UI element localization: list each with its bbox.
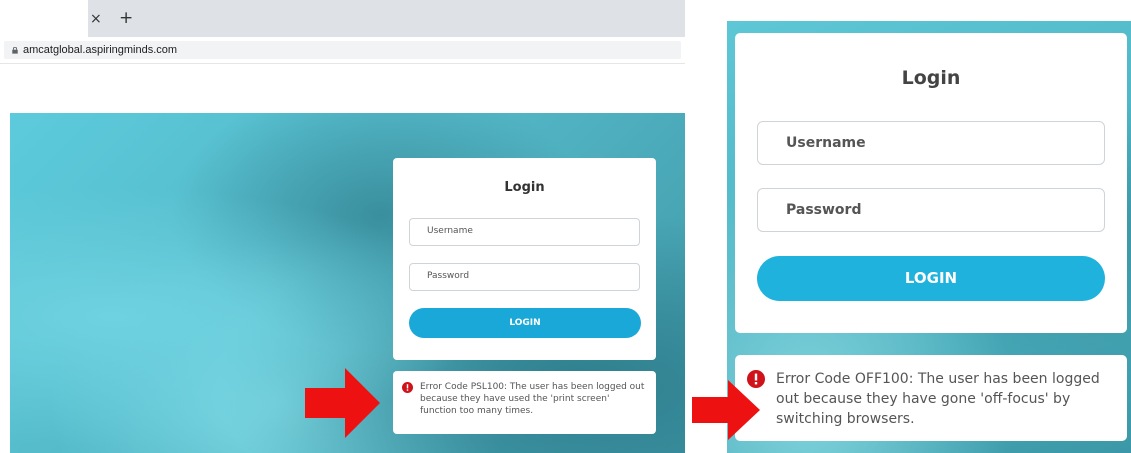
red-arrow-icon [305, 368, 380, 438]
error-icon [402, 382, 413, 393]
password-placeholder: Password [427, 271, 470, 281]
error-message: Error Code PSL100: The user has been log… [420, 382, 645, 416]
login-button[interactable]: LOGIN [409, 308, 641, 338]
browser-tab-bar: × + [0, 0, 685, 37]
right-screenshot: Login Username Password LOGIN Error Code… [727, 21, 1131, 453]
error-notification: Error Code PSL100: The user has been log… [393, 371, 656, 434]
username-placeholder: Username [427, 226, 473, 236]
url-text[interactable]: amcatglobal.aspiringminds.com [23, 44, 177, 56]
new-tab-button[interactable]: + [119, 10, 133, 27]
login-card: Login Username Password LOGIN [393, 158, 656, 360]
password-input[interactable]: Password [409, 263, 640, 291]
login-title: Login [504, 180, 545, 195]
active-tab[interactable] [0, 0, 88, 37]
login-title: Login [901, 67, 961, 89]
password-input[interactable]: Password [757, 188, 1105, 232]
address-bar: amcatglobal.aspiringminds.com [0, 37, 685, 64]
red-arrow-icon [692, 380, 760, 440]
error-notification: Error Code OFF100: The user has been log… [735, 355, 1127, 441]
username-input[interactable]: Username [409, 218, 640, 246]
username-placeholder: Username [786, 135, 866, 151]
lock-icon [12, 47, 18, 54]
username-input[interactable]: Username [757, 121, 1105, 165]
omnibox[interactable]: amcatglobal.aspiringminds.com [4, 41, 681, 59]
password-placeholder: Password [786, 202, 862, 218]
error-message: Error Code OFF100: The user has been log… [776, 371, 1100, 427]
close-tab-icon[interactable]: × [90, 12, 102, 26]
login-card: Login Username Password LOGIN [735, 33, 1127, 333]
login-button[interactable]: LOGIN [757, 256, 1105, 301]
